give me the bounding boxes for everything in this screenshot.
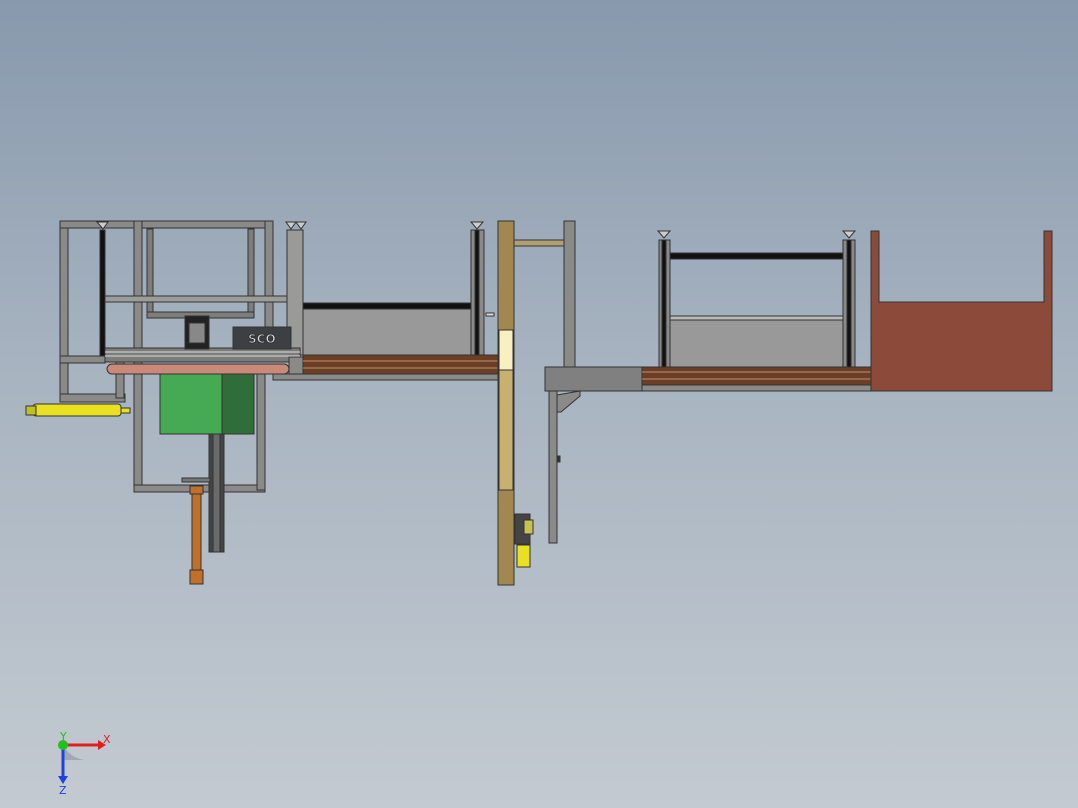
leveling-foot-5: [656, 230, 672, 239]
pneumatic-cylinder: [32, 403, 122, 417]
motor-logo-text: SCO: [248, 332, 276, 346]
cross-rail: [102, 295, 301, 303]
main-roller: [106, 363, 290, 375]
transfer-arm: [513, 239, 565, 247]
transfer-frame-post: [563, 220, 576, 368]
frame-column-left: [59, 220, 69, 402]
platform-block: [544, 366, 643, 392]
mid-beam-left: [59, 355, 106, 364]
orientation-triad: X Y Z: [58, 730, 111, 797]
support-leg: [548, 390, 558, 544]
upper-conveyor-plate: [104, 347, 301, 363]
top-rail-right: [669, 252, 844, 260]
side-panel: [302, 308, 474, 356]
cad-model-view[interactable]: SCO X Y Z: [0, 0, 1078, 808]
leveling-foot-2: [285, 221, 297, 230]
lower-frame-right: [256, 373, 266, 491]
drive-motor-side: [221, 373, 255, 435]
inner-frame-right: [247, 228, 255, 318]
z-axis-label: Z: [59, 784, 67, 797]
actuator-head: [189, 485, 204, 495]
leveling-foot-3: [295, 221, 307, 230]
conveyor-support-beam: [272, 373, 500, 381]
leveling-foot-4: [469, 221, 485, 230]
actuator-base: [189, 569, 204, 585]
belt-conveyor-1: [302, 354, 500, 376]
guide-post-1: [99, 229, 106, 359]
gripper-pad: [516, 544, 531, 568]
lower-beam-left: [59, 393, 126, 403]
right-conveyor-assembly[interactable]: [544, 230, 1053, 544]
graphics-viewport[interactable]: SCO X Y Z: [0, 0, 1078, 808]
middle-conveyor-assembly[interactable]: [272, 221, 500, 381]
inner-frame-left: [146, 228, 154, 318]
collection-bin: [870, 230, 1053, 392]
frame-top-beam-2: [133, 220, 273, 229]
side-panel-right: [669, 319, 844, 368]
top-rail-black: [302, 302, 474, 310]
support-brace: [556, 390, 581, 413]
x-axis-label: X: [103, 733, 111, 746]
y-axis-label: Y: [59, 730, 67, 743]
belt-conveyor-2: [641, 366, 872, 387]
actuator-body: [191, 493, 202, 573]
leveling-foot-6: [841, 230, 857, 239]
drive-motor-face: [159, 373, 223, 435]
left-machine-assembly[interactable]: SCO: [25, 220, 307, 585]
